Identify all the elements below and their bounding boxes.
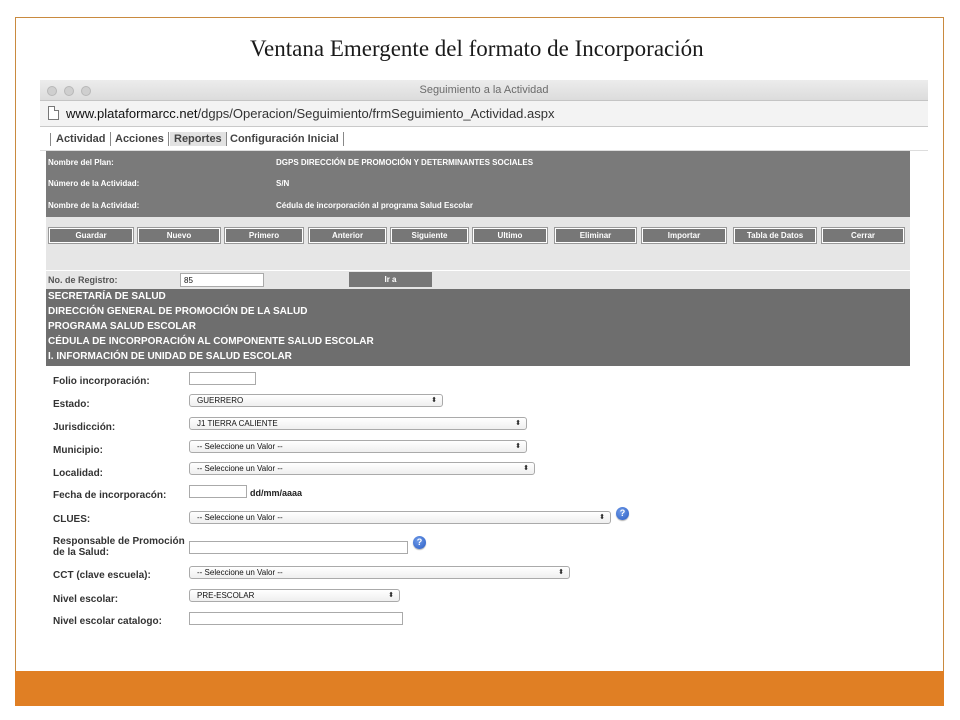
nivel-escolar-label: Nivel escolar: <box>53 594 119 605</box>
siguiente-button[interactable]: Siguiente <box>390 227 469 244</box>
select-arrows-icon: ⬍ <box>388 592 394 599</box>
plan-info-panel: Nombre del Plan: DGPS DIRECCIÓN DE PROMO… <box>46 151 910 217</box>
nivel-escolar-select-value: PRE-ESCOLAR <box>197 591 255 600</box>
clues-label: CLUES: <box>53 514 91 525</box>
importar-button[interactable]: Importar <box>641 227 727 244</box>
url-path: /dgps/Operacion/Seguimiento/frmSeguimien… <box>197 106 555 121</box>
select-arrows-icon: ⬍ <box>515 420 521 427</box>
jurisdiccion-select[interactable]: J1 TIERRA CALIENTE ⬍ <box>189 417 527 430</box>
cct-select[interactable]: -- Seleccione un Valor -- ⬍ <box>189 566 570 579</box>
heading-seccion-i: I. INFORMACIÓN DE UNIDAD DE SALUD ESCOLA… <box>48 351 292 362</box>
folio-input[interactable] <box>189 372 256 385</box>
form-heading-block: SECRETARÍA DE SALUD DIRECCIÓN GENERAL DE… <box>46 289 910 366</box>
menu-item-reportes[interactable]: Reportes <box>170 132 227 146</box>
folio-label: Folio incorporación: <box>53 376 150 387</box>
clues-help-icon[interactable]: ? <box>616 507 629 520</box>
eliminar-button[interactable]: Eliminar <box>554 227 637 244</box>
fecha-input[interactable] <box>189 485 247 498</box>
localidad-select[interactable]: -- Seleccione un Valor -- ⬍ <box>189 462 535 475</box>
registro-row: No. de Registro: Ir a <box>46 271 910 289</box>
clues-select-value: -- Seleccione un Valor -- <box>197 513 283 522</box>
registro-input[interactable] <box>180 273 264 287</box>
menu-item-configuracion-inicial[interactable]: Configuración Inicial <box>226 132 344 146</box>
plan-name-label: Nombre del Plan: <box>48 158 114 167</box>
localidad-select-value: -- Seleccione un Valor -- <box>197 464 283 473</box>
nivel-escolar-catalogo-label: Nivel escolar catalogo: <box>53 616 162 627</box>
tabla-de-datos-button[interactable]: Tabla de Datos <box>733 227 817 244</box>
plan-name-value: DGPS DIRECCIÓN DE PROMOCIÓN Y DETERMINAN… <box>276 158 534 167</box>
slide-title: Ventana Emergente del formato de Incorpo… <box>250 36 704 61</box>
ir-a-button[interactable]: Ir a <box>349 272 432 287</box>
estado-label: Estado: <box>53 399 90 410</box>
document-icon <box>48 106 59 120</box>
heading-direccion-general: DIRECCIÓN GENERAL DE PROMOCIÓN DE LA SAL… <box>48 306 308 317</box>
municipio-label: Municipio: <box>53 445 103 456</box>
menu-divider <box>50 133 51 146</box>
municipio-select[interactable]: -- Seleccione un Valor -- ⬍ <box>189 440 527 453</box>
activity-number-label: Número de la Actividad: <box>48 179 140 188</box>
responsable-help-icon[interactable]: ? <box>413 536 426 549</box>
estado-select-value: GUERRERO <box>197 396 244 405</box>
menu-item-acciones[interactable]: Acciones <box>111 132 169 146</box>
url-host: www.plataformarcc.net <box>66 106 198 121</box>
heading-programa: PROGRAMA SALUD ESCOLAR <box>48 321 196 332</box>
action-toolbar: Guardar Nuevo Primero Anterior Siguiente… <box>46 217 910 270</box>
address-bar[interactable]: www.plataformarcc.net/dgps/Operacion/Seg… <box>40 101 928 127</box>
cerrar-button[interactable]: Cerrar <box>821 227 905 244</box>
select-arrows-icon: ⬍ <box>431 397 437 404</box>
select-arrows-icon: ⬍ <box>558 569 564 576</box>
menu-item-actividad[interactable]: Actividad <box>52 132 111 146</box>
primero-button[interactable]: Primero <box>224 227 304 244</box>
url-text[interactable]: www.plataformarcc.net/dgps/Operacion/Seg… <box>66 106 554 121</box>
nivel-escolar-select[interactable]: PRE-ESCOLAR ⬍ <box>189 589 400 602</box>
ultimo-button[interactable]: Ultimo <box>472 227 548 244</box>
plan-name-row: Nombre del Plan: DGPS DIRECCIÓN DE PROMO… <box>48 158 908 170</box>
select-arrows-icon: ⬍ <box>515 443 521 450</box>
slide-accent-bar <box>15 671 944 706</box>
fecha-label: Fecha de incorporacón: <box>53 490 167 501</box>
app-menu: Actividad Acciones Reportes Configuració… <box>40 127 928 151</box>
jurisdiccion-label: Jurisdicción: <box>53 422 116 433</box>
clues-select[interactable]: -- Seleccione un Valor -- ⬍ <box>189 511 611 524</box>
estado-select[interactable]: GUERRERO ⬍ <box>189 394 443 407</box>
nuevo-button[interactable]: Nuevo <box>137 227 221 244</box>
responsable-input[interactable] <box>189 541 408 554</box>
window-titlebar: Seguimiento a la Actividad <box>40 80 928 101</box>
anterior-button[interactable]: Anterior <box>308 227 387 244</box>
registro-label: No. de Registro: <box>48 275 118 285</box>
localidad-label: Localidad: <box>53 468 104 479</box>
activity-number-value: S/N <box>276 179 290 188</box>
responsable-label: Responsable de Promoción de la Salud: <box>53 536 185 558</box>
fecha-format-hint: dd/mm/aaaa <box>250 488 303 498</box>
activity-name-row: Nombre de la Actividad: Cédula de incorp… <box>48 201 908 213</box>
browser-window: Seguimiento a la Actividad www.plataform… <box>40 80 928 650</box>
heading-cedula: CÉDULA DE INCORPORACIÓN AL COMPONENTE SA… <box>48 336 374 347</box>
cct-select-value: -- Seleccione un Valor -- <box>197 568 283 577</box>
nivel-escolar-catalogo-input[interactable] <box>189 612 403 625</box>
municipio-select-value: -- Seleccione un Valor -- <box>197 442 283 451</box>
window-title: Seguimiento a la Actividad <box>419 84 549 96</box>
activity-number-row: Número de la Actividad: S/N <box>48 179 908 191</box>
activity-name-label: Nombre de la Actividad: <box>48 201 140 210</box>
select-arrows-icon: ⬍ <box>523 465 529 472</box>
cct-label: CCT (clave escuela): <box>53 570 151 581</box>
jurisdiccion-select-value: J1 TIERRA CALIENTE <box>197 419 278 428</box>
guardar-button[interactable]: Guardar <box>48 227 134 244</box>
heading-secretaria: SECRETARÍA DE SALUD <box>48 291 166 302</box>
select-arrows-icon: ⬍ <box>599 514 605 521</box>
activity-name-value: Cédula de incorporación al programa Salu… <box>276 201 473 210</box>
